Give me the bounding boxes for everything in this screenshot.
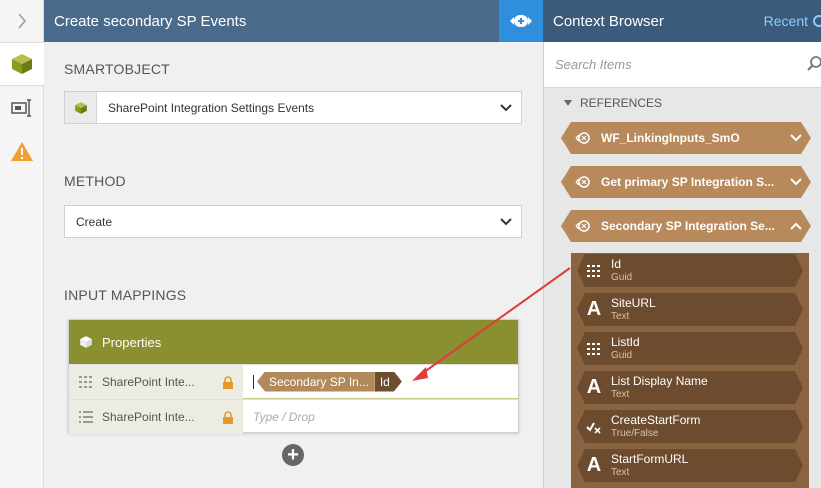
smartobject-reference-icon bbox=[575, 219, 591, 233]
clock-icon bbox=[813, 15, 821, 27]
smartobject-dropdown[interactable]: SharePoint Integration Settings Events bbox=[64, 91, 522, 124]
collapse-triangle-icon bbox=[564, 100, 572, 106]
mapping-row-name: SharePoint Inte... bbox=[102, 375, 195, 389]
grid-icon bbox=[79, 376, 92, 388]
property-name: ListId bbox=[611, 334, 640, 349]
properties-tab[interactable] bbox=[0, 86, 43, 130]
property-item[interactable]: A List Display Name Text bbox=[577, 371, 803, 404]
context-browser-title: Context Browser bbox=[553, 12, 664, 30]
collapse-chevron-icon[interactable] bbox=[0, 0, 43, 42]
cube-icon bbox=[12, 54, 32, 74]
boolean-icon bbox=[577, 420, 611, 434]
smartobject-tab[interactable] bbox=[0, 42, 44, 86]
list-icon bbox=[79, 411, 93, 423]
references-label: REFERENCES bbox=[580, 96, 663, 110]
method-dropdown[interactable]: Create bbox=[64, 205, 522, 238]
text-icon: A bbox=[586, 298, 602, 320]
lock-icon bbox=[223, 376, 233, 389]
drop-placeholder: Type / Drop bbox=[253, 410, 315, 424]
property-name: CreateStartForm bbox=[611, 412, 701, 427]
property-item[interactable]: A StartFormURL Text bbox=[577, 449, 803, 482]
references-header[interactable]: REFERENCES bbox=[564, 96, 662, 110]
reference-item-expanded[interactable]: Secondary SP Integration Se... bbox=[561, 210, 811, 242]
chevron-down-icon bbox=[491, 217, 521, 226]
recent-button[interactable]: Recent bbox=[764, 0, 821, 42]
reference-label: Secondary SP Integration Se... bbox=[601, 219, 775, 233]
lock-icon bbox=[223, 411, 233, 424]
property-name: Id bbox=[611, 256, 622, 271]
context-browser-header: Context Browser Recent bbox=[543, 0, 821, 42]
warnings-tab[interactable] bbox=[0, 130, 43, 174]
form-field-icon bbox=[10, 99, 31, 117]
mapping-row: SharePoint Inte... Type / Drop bbox=[69, 399, 518, 434]
token-source: Secondary SP In... bbox=[257, 371, 375, 392]
property-item[interactable]: ListId Guid bbox=[577, 332, 803, 365]
property-item[interactable]: CreateStartForm True/False bbox=[577, 410, 803, 443]
cube-icon bbox=[80, 336, 92, 348]
properties-header[interactable]: Properties bbox=[69, 320, 518, 364]
property-type: Text bbox=[611, 466, 630, 478]
smartobject-label: SMARTOBJECT bbox=[64, 61, 170, 77]
smartobject-value: SharePoint Integration Settings Events bbox=[108, 100, 315, 115]
property-name: StartFormURL bbox=[611, 451, 689, 466]
properties-title: Properties bbox=[102, 334, 162, 350]
reference-label: Get primary SP Integration S... bbox=[601, 175, 775, 189]
mapped-token[interactable]: Secondary SP In... Id bbox=[257, 371, 402, 392]
left-rail bbox=[0, 0, 44, 488]
smartobject-reference-icon bbox=[575, 175, 591, 189]
grid-icon bbox=[577, 343, 611, 355]
input-mappings-label: INPUT MAPPINGS bbox=[64, 287, 187, 303]
search-input[interactable]: Search Items bbox=[555, 57, 632, 72]
property-type: True/False bbox=[611, 427, 659, 439]
text-icon: A bbox=[586, 454, 602, 476]
warning-icon bbox=[10, 142, 33, 161]
method-label: METHOD bbox=[64, 173, 126, 189]
reference-properties-list: Id Guid A SiteURL Text ListId Guid A List D… bbox=[571, 253, 809, 488]
mapping-value-cell[interactable]: Secondary SP In... Id bbox=[243, 365, 518, 399]
token-field: Id bbox=[375, 372, 402, 392]
text-caret bbox=[253, 374, 254, 389]
chevron-up-icon bbox=[781, 222, 811, 230]
input-mappings-panel: Properties SharePoint Inte... Secondary … bbox=[68, 319, 519, 434]
text-icon: A bbox=[586, 376, 602, 398]
mapping-drop-cell[interactable]: Type / Drop bbox=[243, 400, 518, 434]
main-panel: SMARTOBJECT SharePoint Integration Setti… bbox=[44, 42, 543, 488]
editor-header: Create secondary SP Events bbox=[44, 0, 499, 42]
smartobject-cube-icon bbox=[65, 92, 97, 123]
search-icon[interactable] bbox=[807, 56, 821, 72]
property-type: Guid bbox=[611, 271, 633, 283]
property-name: List Display Name bbox=[611, 373, 708, 388]
chevron-down-icon bbox=[781, 134, 811, 142]
grid-icon bbox=[577, 265, 611, 277]
property-item[interactable]: A SiteURL Text bbox=[577, 293, 803, 326]
property-type: Text bbox=[611, 310, 630, 322]
chevron-down-icon bbox=[781, 178, 811, 186]
recent-label: Recent bbox=[763, 13, 808, 29]
panel-toggle-button[interactable] bbox=[499, 0, 543, 42]
chevron-down-icon bbox=[491, 103, 521, 112]
context-browser: Search Items REFERENCES WF_LinkingInputs… bbox=[543, 42, 821, 488]
mapping-row-label-cell: SharePoint Inte... bbox=[69, 400, 243, 434]
reference-item[interactable]: WF_LinkingInputs_SmO bbox=[561, 122, 811, 154]
mapping-row-label-cell: SharePoint Inte... bbox=[69, 365, 243, 399]
search-box[interactable]: Search Items bbox=[544, 42, 821, 88]
reference-item[interactable]: Get primary SP Integration S... bbox=[561, 166, 811, 198]
swap-arrows-icon bbox=[510, 15, 532, 27]
add-mapping-button[interactable]: + bbox=[282, 444, 304, 466]
reference-label: WF_LinkingInputs_SmO bbox=[601, 131, 740, 145]
smartobject-reference-icon bbox=[575, 131, 591, 145]
mapping-row: SharePoint Inte... Secondary SP In... Id bbox=[69, 364, 518, 399]
property-item[interactable]: Id Guid bbox=[577, 254, 803, 287]
property-name: SiteURL bbox=[611, 295, 656, 310]
mapping-row-name: SharePoint Inte... bbox=[102, 410, 195, 424]
editor-title: Create secondary SP Events bbox=[54, 12, 247, 30]
method-value: Create bbox=[76, 214, 113, 229]
property-type: Guid bbox=[611, 349, 633, 361]
property-type: Text bbox=[611, 388, 630, 400]
